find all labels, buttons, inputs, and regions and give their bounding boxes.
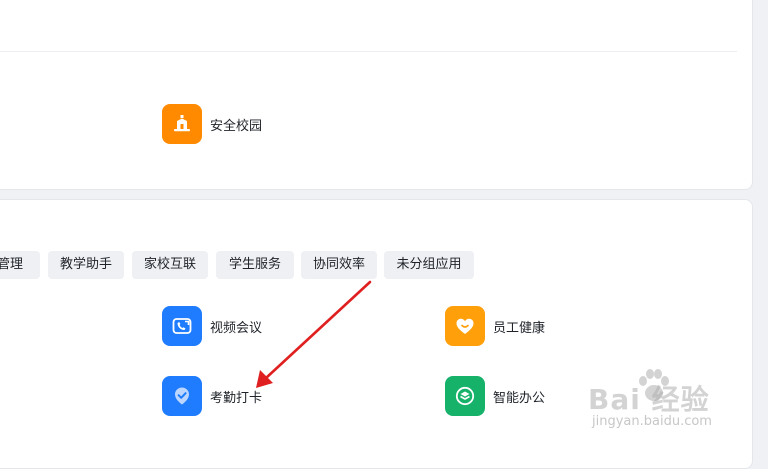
tab-management[interactable]: 管理 [0, 251, 40, 279]
tab-home-school[interactable]: 家校互联 [132, 251, 208, 279]
app-label: 智能办公 [493, 390, 546, 406]
paw-icon [639, 369, 669, 401]
watermark-url: jingyan.baidu.com [592, 414, 712, 429]
tab-teaching-assistant[interactable]: 教学助手 [48, 251, 124, 279]
app-smart-office[interactable]: 智能办公 [445, 376, 545, 416]
tab-student-services[interactable]: 学生服务 [216, 251, 294, 279]
watermark: Bai 经验 jingyan.baidu.com [588, 366, 758, 436]
app-video-meeting[interactable]: 视频会议 [162, 306, 262, 346]
section-divider [0, 51, 737, 52]
app-label: 视频会议 [210, 320, 263, 336]
top-app-panel [0, 0, 753, 190]
app-label: 员工健康 [493, 320, 546, 336]
layers-icon [445, 376, 485, 416]
app-employee-health[interactable]: 员工健康 [445, 306, 545, 346]
app-attendance-checkin[interactable]: 考勤打卡 [162, 376, 262, 416]
tab-collaboration[interactable]: 协同效率 [301, 251, 377, 279]
app-label: 安全校园 [210, 118, 263, 134]
campus-building-icon [162, 104, 202, 144]
app-label: 考勤打卡 [210, 390, 263, 406]
check-shield-icon [162, 376, 202, 416]
heart-icon [445, 306, 485, 346]
app-safe-campus[interactable]: 安全校园 [162, 104, 262, 144]
tab-ungrouped-apps[interactable]: 未分组应用 [384, 251, 474, 279]
video-call-icon [162, 306, 202, 346]
